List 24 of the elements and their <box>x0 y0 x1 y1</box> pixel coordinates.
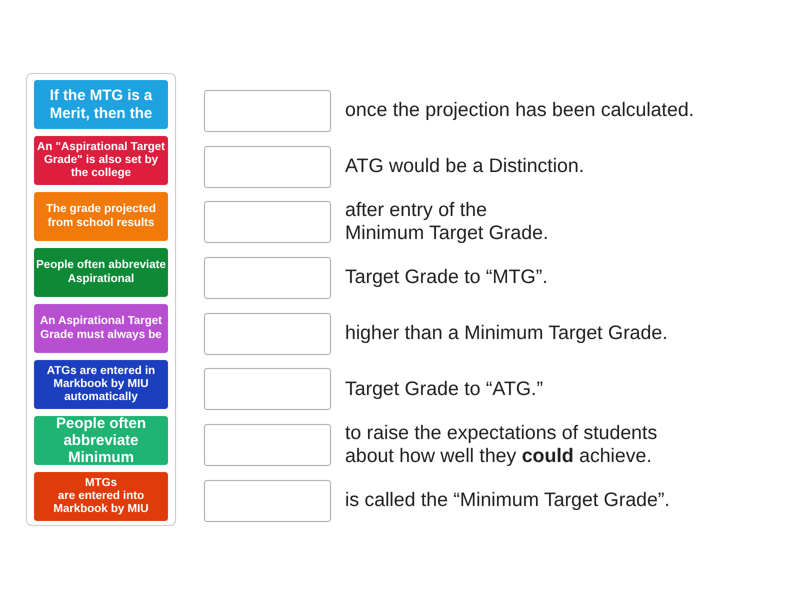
statement-text: Target Grade to “MTG”. <box>345 266 548 290</box>
statement-text: higher than a Minimum Target Grade. <box>345 322 668 346</box>
statement-text: Target Grade to “ATG.” <box>345 378 543 401</box>
statement-text: is called the “Minimum Target Grade”. <box>345 488 670 512</box>
statement-text: to raise the expectations of students about how well they could achieve. <box>345 422 658 468</box>
drop-slot[interactable] <box>204 368 331 410</box>
drop-slot[interactable] <box>204 256 331 299</box>
drop-slot[interactable] <box>204 480 331 522</box>
answer-tile[interactable]: An "Aspirational Target Grade" is also set by the college <box>34 136 168 185</box>
answer-tile[interactable]: If the MTG is a Merit, then the <box>34 80 168 129</box>
drop-slot[interactable] <box>204 146 331 188</box>
statement-text: ATG would be a Distinction. <box>345 154 584 178</box>
answer-tile[interactable]: People often abbreviate Minimum <box>34 416 168 465</box>
statement-text: after entry of the Minimum Target Grade. <box>345 198 548 246</box>
drop-slot[interactable] <box>204 424 331 466</box>
drop-slot[interactable] <box>204 312 331 355</box>
answer-tile[interactable]: The grade projected from school results <box>34 192 168 241</box>
drop-slot[interactable] <box>204 90 331 132</box>
answer-tile[interactable]: An Aspirational Target Grade must always be <box>34 304 168 353</box>
answer-tile[interactable]: ATGs are entered in Markbook by MIU automatically <box>34 360 168 409</box>
statement-text: once the projection has been calculated. <box>345 99 694 123</box>
drop-slot[interactable] <box>204 201 331 244</box>
answer-tile[interactable]: People often abbreviate Aspirational <box>34 248 168 297</box>
answer-tile[interactable]: MTGs are entered into Markbook by MIU <box>34 472 168 521</box>
